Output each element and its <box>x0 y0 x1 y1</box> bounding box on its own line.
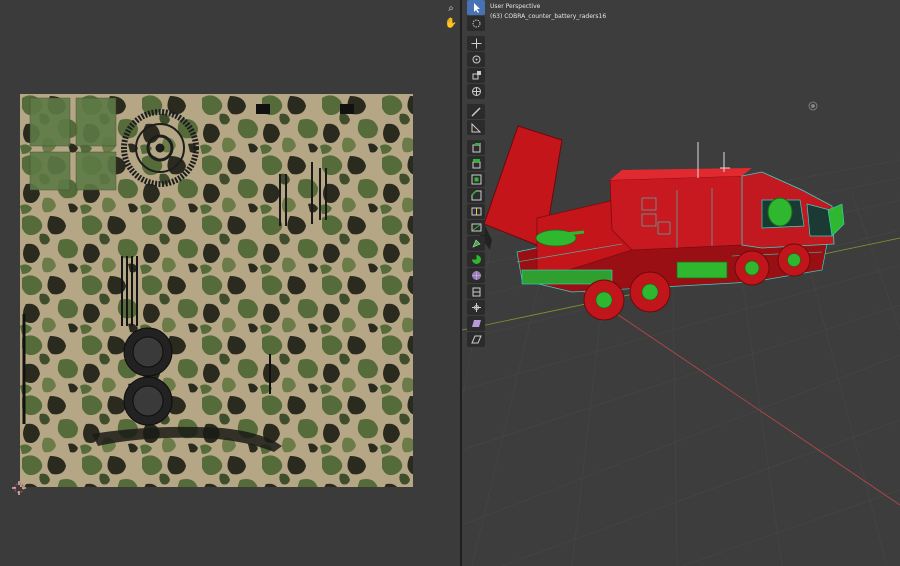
knife-icon <box>471 223 481 232</box>
measure-tool[interactable] <box>467 120 485 135</box>
bevel-tool[interactable] <box>467 188 485 203</box>
inset-icon <box>471 174 481 185</box>
rotate-tool[interactable] <box>467 52 485 67</box>
extrude-icon <box>472 159 480 169</box>
move-tool[interactable] <box>467 36 485 51</box>
spin-tool[interactable] <box>467 252 485 267</box>
cursor-tool[interactable] <box>467 16 485 31</box>
3d-cursor-icon <box>472 19 480 28</box>
3d-viewport-panel[interactable]: User Perspective (63) COBRA_counter_batt… <box>462 0 900 566</box>
ruler-icon <box>471 122 481 133</box>
2d-cursor-icon[interactable] <box>12 481 26 495</box>
add-cube-tool[interactable] <box>467 140 485 155</box>
shrink-fatten-tool[interactable] <box>467 300 485 315</box>
smooth-sphere-icon <box>471 271 481 280</box>
shear-tool[interactable] <box>467 316 485 331</box>
edge-slide-tool[interactable] <box>467 284 485 299</box>
cube-add-icon <box>472 143 481 153</box>
uv-island-small-b <box>340 104 354 114</box>
pencil-icon <box>470 107 481 117</box>
annotate-tool[interactable] <box>467 104 485 119</box>
loop-cut-icon <box>471 207 481 216</box>
loop-cut-tool[interactable] <box>467 204 485 219</box>
tool-shelf <box>466 0 486 348</box>
rip-region-icon <box>470 335 482 344</box>
hand-icon[interactable]: ✋ <box>444 17 458 30</box>
edge-slide-icon <box>472 287 480 297</box>
inset-faces-tool[interactable] <box>467 172 485 187</box>
spin-icon <box>471 255 481 264</box>
uv-island-small-a <box>256 104 270 114</box>
truck-mesh[interactable] <box>462 0 900 566</box>
transform-icon <box>471 87 481 96</box>
scale-icon <box>472 71 481 80</box>
move-arrows-icon <box>471 38 481 49</box>
perspective-label: User Perspective <box>490 3 541 10</box>
poly-build-tool[interactable] <box>467 236 485 251</box>
select-box-tool[interactable] <box>467 0 485 15</box>
rip-region-tool[interactable] <box>467 332 485 347</box>
cursor-arrow-icon <box>473 3 480 13</box>
shear-icon <box>471 320 481 327</box>
transform-tool[interactable] <box>467 84 485 99</box>
knife-tool[interactable] <box>467 220 485 235</box>
extrude-region-tool[interactable] <box>467 156 485 171</box>
rotate-icon <box>472 55 480 64</box>
zoom-icon[interactable]: ⌕ <box>444 2 458 15</box>
uv-navigation-gizmo: ⌕ ✋ <box>444 2 458 30</box>
object-label: (63) COBRA_counter_battery_raders16 <box>490 13 607 20</box>
smooth-tool[interactable] <box>467 268 485 283</box>
shrink-fatten-icon <box>471 303 481 312</box>
scale-tool[interactable] <box>467 68 485 83</box>
viewport-header-info: User Perspective (63) COBRA_counter_batt… <box>490 2 606 22</box>
uv-editor-panel[interactable]: ⌕ ✋ <box>0 0 460 566</box>
camouflage-texture[interactable] <box>20 94 413 487</box>
poly-build-icon <box>471 239 481 248</box>
bevel-icon <box>470 190 481 201</box>
